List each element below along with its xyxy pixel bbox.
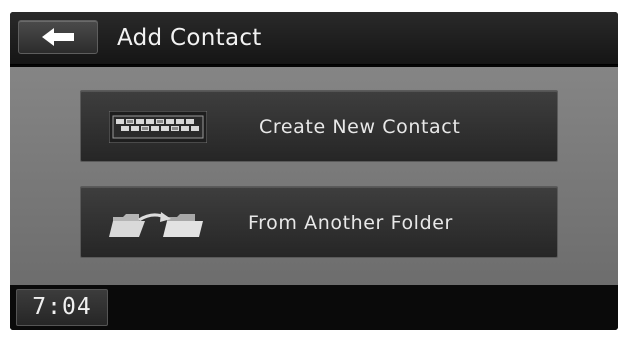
create-new-contact-label: Create New Contact <box>259 116 461 138</box>
from-another-folder-button[interactable]: From Another Folder <box>80 186 558 258</box>
header-bar: Add Contact <box>10 12 618 65</box>
back-button[interactable] <box>18 20 98 54</box>
content-area: Create New Contact From Another Folder <box>10 67 618 285</box>
folder-transfer-icon <box>109 207 209 245</box>
back-arrow-icon <box>40 27 76 47</box>
page-title: Add Contact <box>117 25 262 51</box>
from-another-folder-label: From Another Folder <box>248 212 453 234</box>
status-bar: 7:04 <box>10 285 618 330</box>
create-new-contact-button[interactable]: Create New Contact <box>80 90 558 162</box>
display-screen: Add Contact Create New Contact From Anot… <box>10 12 618 330</box>
device-frame: Add Contact Create New Contact From Anot… <box>0 0 629 337</box>
keyboard-icon <box>108 110 208 147</box>
clock-display: 7:04 <box>16 289 108 326</box>
